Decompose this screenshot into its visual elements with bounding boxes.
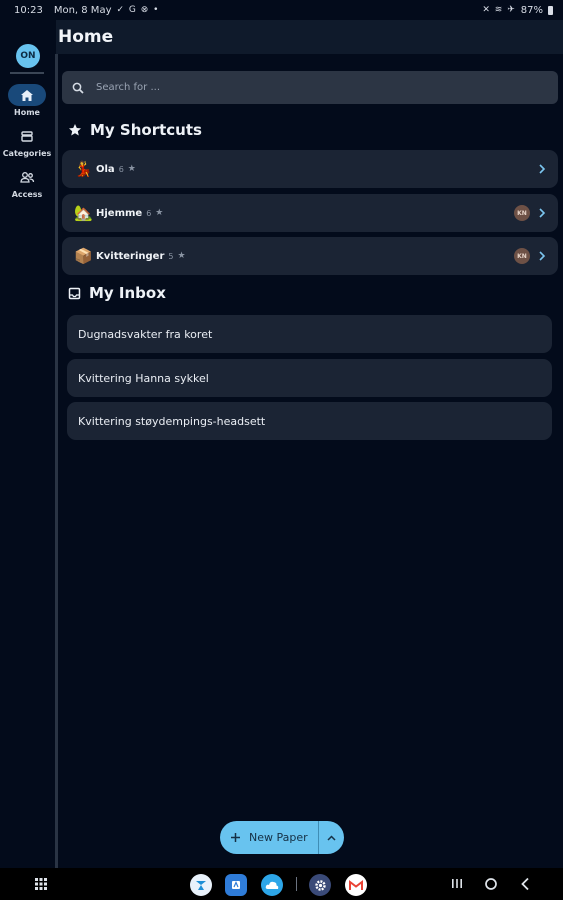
access-icon	[19, 171, 34, 183]
plus-icon	[231, 833, 240, 842]
chevron-right-icon[interactable]	[538, 208, 546, 218]
nav-rail: ON Home Categories Access	[0, 20, 54, 868]
home-icon	[21, 89, 33, 101]
weather-app-icon[interactable]	[261, 874, 283, 896]
search-bar[interactable]	[62, 71, 558, 104]
inbox-item[interactable]: Kvittering Hanna sykkel	[67, 359, 552, 397]
shortcut-star-icon: ★	[155, 208, 164, 218]
chevron-right-icon[interactable]	[538, 251, 546, 261]
page-title: Home	[58, 27, 114, 47]
nav-item-access-label: Access	[11, 190, 43, 199]
shortcut-user-avatar: KN	[514, 248, 530, 264]
status-right: ✕ ≋ ✈ 87%	[482, 5, 553, 16]
battery-icon	[548, 5, 553, 15]
search-input[interactable]	[96, 82, 516, 93]
inbox-icon	[68, 287, 81, 299]
chevron-up-icon	[327, 834, 336, 841]
inbox-header: My Inbox	[68, 284, 166, 302]
recent-apps-icon[interactable]	[451, 878, 463, 889]
settings-app-icon[interactable]	[309, 874, 331, 896]
status-notification-icons: ✓ G ⊗ •	[116, 5, 160, 15]
shortcut-count: 6	[118, 164, 124, 174]
rail-separator	[10, 72, 44, 74]
chevron-right-icon[interactable]	[538, 164, 546, 174]
shortcut-star-icon: ★	[177, 251, 186, 261]
shortcuts-header: My Shortcuts	[68, 121, 202, 139]
status-date: Mon, 8 May	[53, 4, 112, 16]
nav-item-home[interactable]: Home	[0, 84, 54, 117]
battery-level: 87%	[520, 4, 543, 16]
new-paper-fab: New Paper	[220, 821, 344, 854]
inbox-item[interactable]: Dugnadsvakter fra koret	[67, 315, 552, 353]
home-nav-icon[interactable]	[484, 877, 498, 891]
nav-item-categories-indicator	[8, 125, 46, 147]
telenor-app-icon[interactable]	[190, 874, 212, 896]
shortcut-item-hjemme[interactable]: 🏡 Hjemme 6 ★ KN	[62, 194, 558, 232]
new-paper-menu-button[interactable]	[319, 821, 344, 854]
nav-item-access[interactable]: Access	[0, 166, 54, 199]
shortcuts-title: My Shortcuts	[90, 121, 202, 139]
star-icon	[69, 124, 81, 136]
avatar[interactable]: ON	[16, 44, 40, 68]
nav-item-access-indicator	[8, 166, 46, 188]
shortcut-name: Kvitteringer	[96, 250, 165, 262]
status-left: 10:23 Mon, 8 May ✓ G ⊗ •	[14, 5, 159, 16]
new-paper-button[interactable]: New Paper	[220, 821, 318, 854]
inbox-item[interactable]: Kvittering støydempings-headsett	[67, 402, 552, 440]
dock-divider	[296, 877, 297, 891]
shortcut-name: Ola	[96, 163, 115, 175]
store-app-icon[interactable]	[225, 874, 247, 896]
shortcut-item-ola[interactable]: 💃 Ola 6 ★	[62, 150, 558, 188]
inbox-title: My Inbox	[89, 284, 166, 302]
shortcut-star-icon: ★	[127, 164, 136, 174]
nav-item-home-label: Home	[14, 108, 40, 117]
shortcut-count: 5	[168, 251, 174, 261]
shortcut-user-avatar: KN	[514, 205, 530, 221]
back-nav-icon[interactable]	[520, 877, 530, 891]
status-bar: 10:23 Mon, 8 May ✓ G ⊗ • ✕ ≋ ✈ 87%	[0, 0, 563, 20]
categories-icon	[21, 130, 33, 142]
system-nav-bar	[0, 868, 563, 900]
search-icon	[72, 82, 84, 94]
app-bar: Home	[56, 20, 563, 54]
status-system-icons: ✕ ≋ ✈	[482, 5, 516, 15]
shortcut-count: 6	[146, 208, 152, 218]
nav-item-categories[interactable]: Categories	[0, 125, 54, 158]
rail-divider	[55, 54, 58, 868]
shortcut-item-kvitteringer[interactable]: 📦 Kvitteringer 5 ★ KN	[62, 237, 558, 275]
nav-item-home-indicator	[8, 84, 46, 106]
app-drawer-icon[interactable]	[34, 877, 48, 891]
shortcut-emoji-icon: 🏡	[74, 204, 93, 222]
new-paper-label: New Paper	[249, 831, 308, 844]
nav-item-categories-label: Categories	[2, 149, 52, 158]
shortcut-emoji-icon: 📦	[74, 247, 93, 265]
shortcut-emoji-icon: 💃	[74, 160, 93, 178]
status-time: 10:23	[14, 4, 43, 16]
shortcut-name: Hjemme	[96, 207, 143, 219]
gmail-app-icon[interactable]	[345, 874, 367, 896]
